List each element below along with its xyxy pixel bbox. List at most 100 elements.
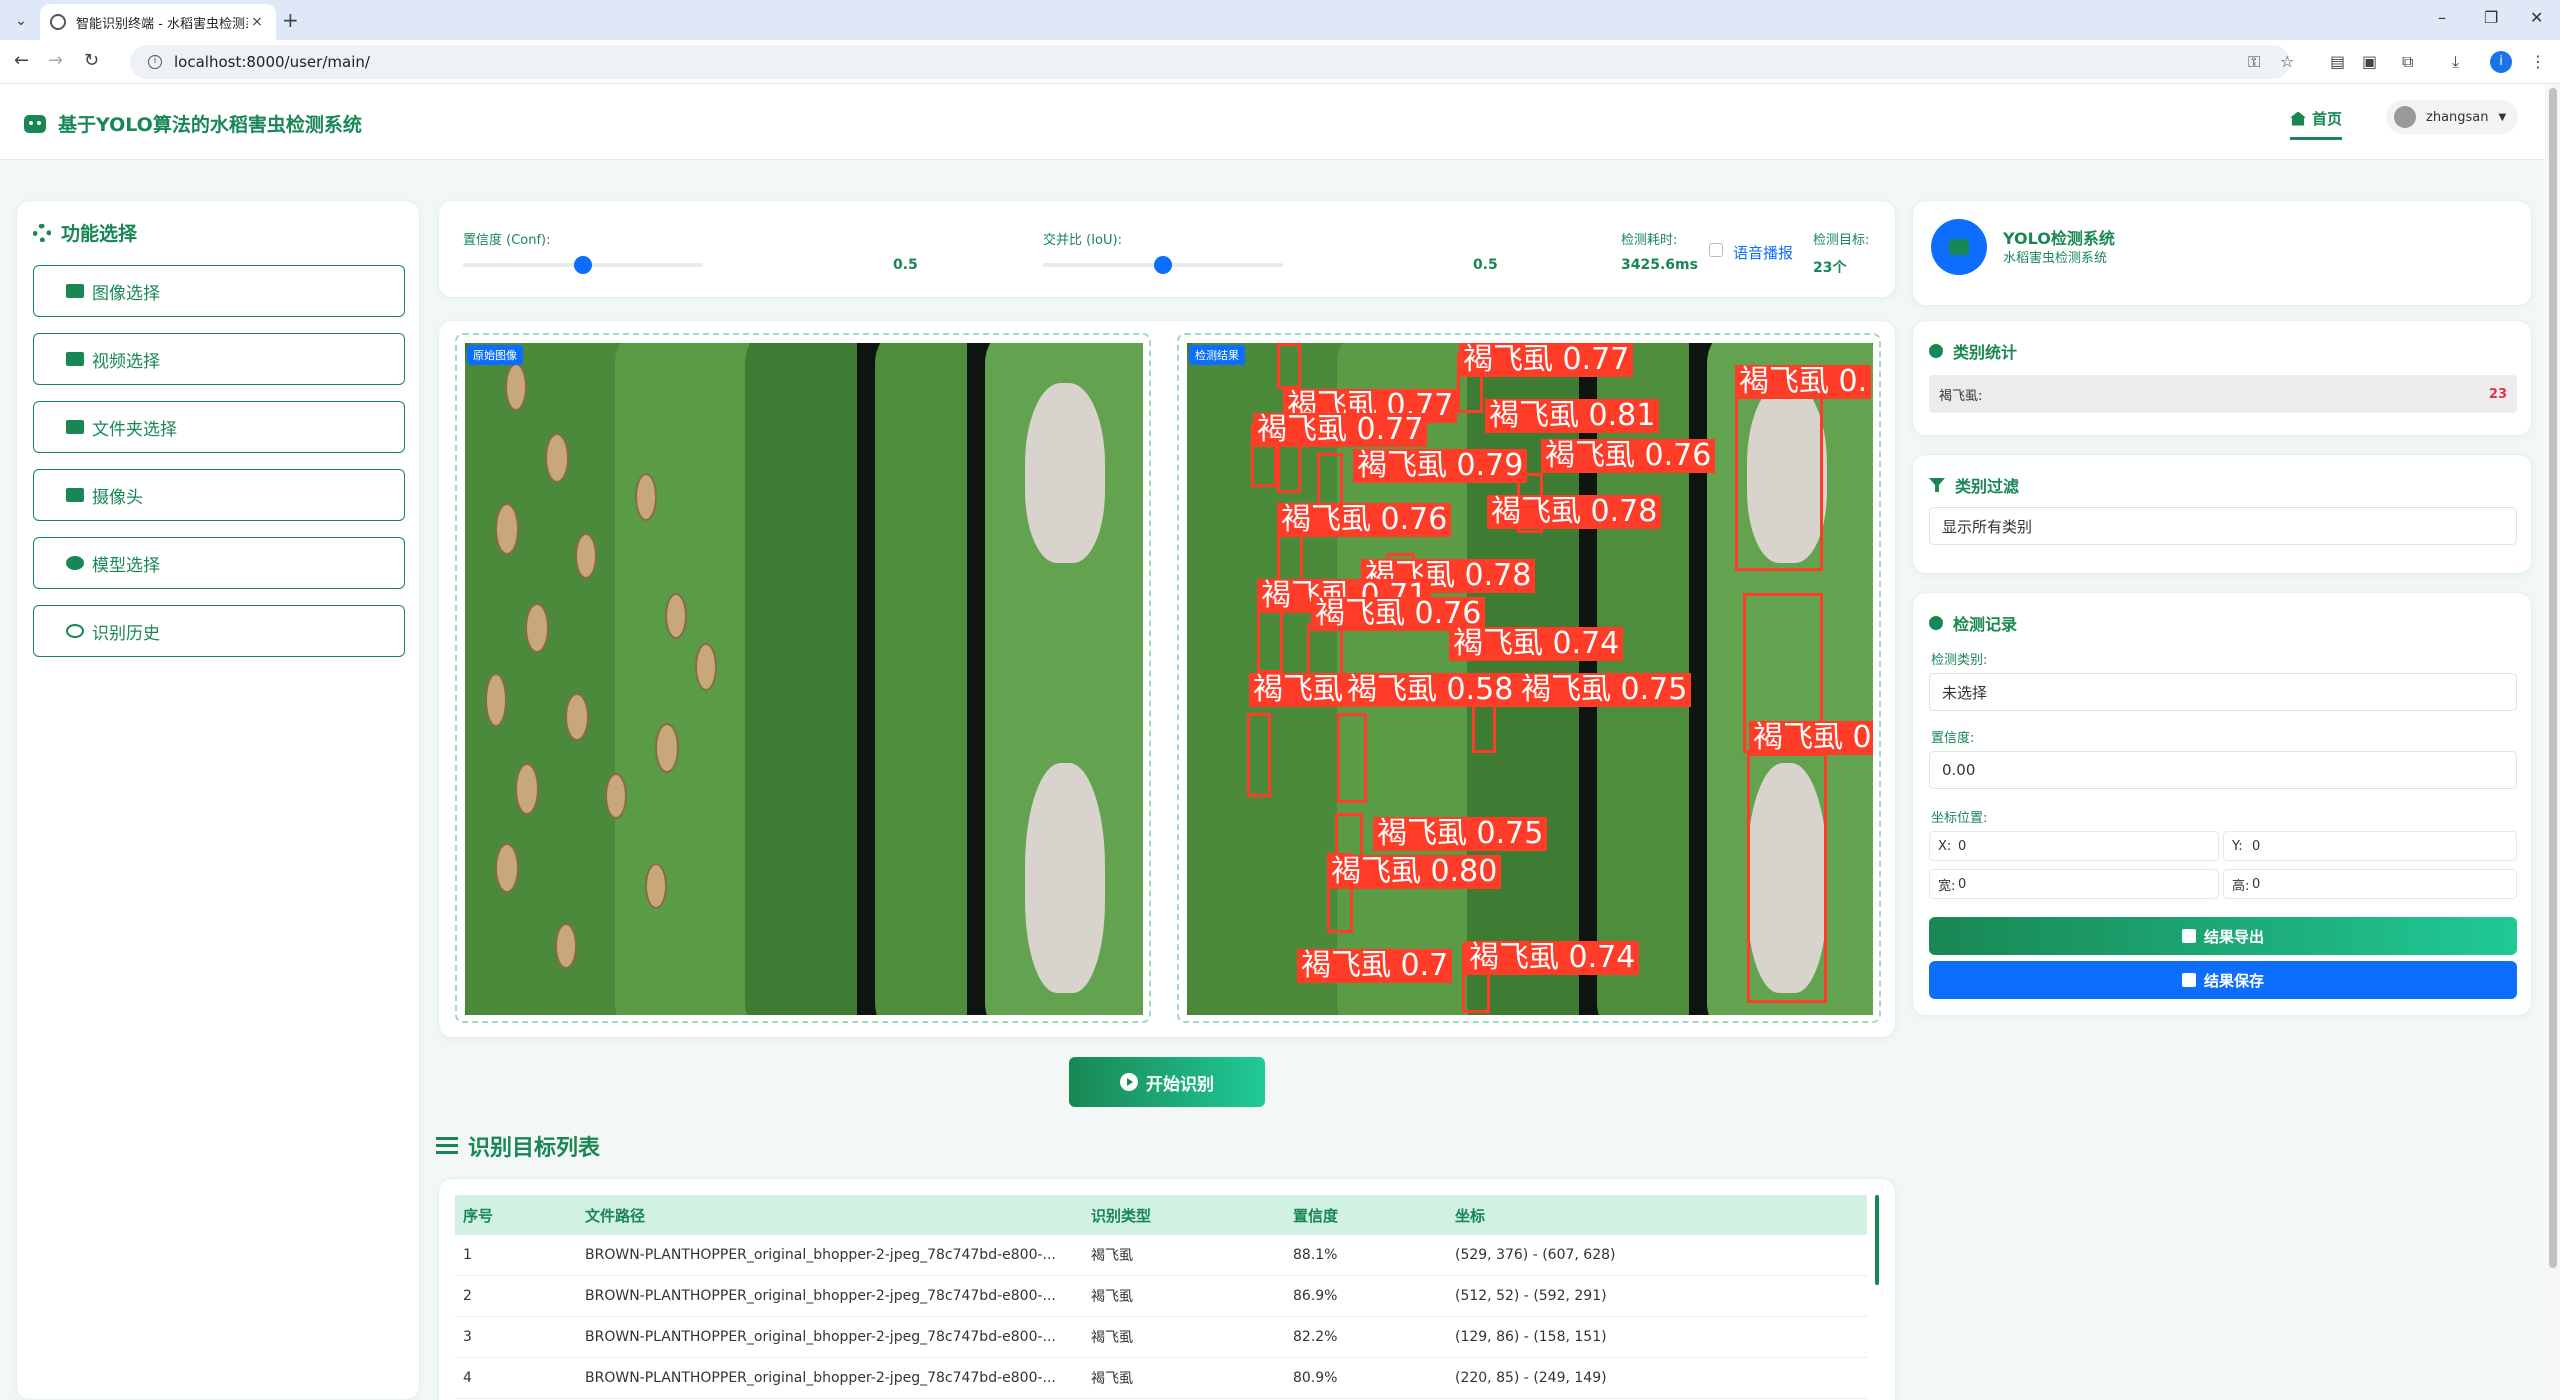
table-row[interactable]: 2 BROWN-PLANTHOPPER_original_bhopper-2-j… bbox=[455, 1276, 1867, 1317]
system-title: YOLO检测系统 bbox=[2003, 229, 2115, 248]
conf-slider[interactable] bbox=[463, 256, 703, 274]
table-row[interactable]: 3 BROWN-PLANTHOPPER_original_bhopper-2-j… bbox=[455, 1317, 1867, 1358]
translate-icon[interactable]: ▣ bbox=[2362, 52, 2377, 71]
cell-index: 4 bbox=[463, 1370, 472, 1386]
detection-box bbox=[1747, 753, 1827, 1003]
system-info-card: YOLO检测系统 水稻害虫检测系统 bbox=[1912, 200, 2532, 306]
save-results-button[interactable]: 结果保存 bbox=[1929, 961, 2517, 999]
time-value: 3425.6ms bbox=[1621, 257, 1698, 273]
y-field[interactable]: Y: 0 bbox=[2223, 831, 2517, 861]
extension-icon[interactable]: ▤ bbox=[2330, 52, 2345, 71]
camera-button[interactable]: 摄像头 bbox=[33, 469, 405, 521]
detection-label: 褐飞虱 0.80 bbox=[1327, 855, 1502, 889]
key-icon[interactable]: ⚿ bbox=[2248, 52, 2260, 72]
brand[interactable]: 基于YOLO算法的水稻害虫检测系统 bbox=[24, 110, 362, 137]
cell-type: 褐飞虱 bbox=[1091, 1371, 1133, 1387]
history-button[interactable]: 识别历史 bbox=[33, 605, 405, 657]
camera-icon bbox=[66, 488, 84, 502]
detection-record-card: 检测记录 检测类别: 未选择 置信度: 0.00 坐标位置: X: 0 Y: 0… bbox=[1912, 592, 2532, 1016]
address-bar[interactable]: i localhost:8000/user/main/ bbox=[130, 45, 2290, 79]
profile-icon[interactable]: i bbox=[2490, 51, 2512, 73]
tab-close-icon[interactable]: × bbox=[248, 14, 266, 30]
class-stats-card: 类别统计 褐飞虱: 23 bbox=[1912, 320, 2532, 436]
tab-search-icon[interactable]: ⌄ bbox=[10, 10, 32, 32]
back-icon[interactable]: ← bbox=[14, 50, 29, 71]
detection-box bbox=[1735, 381, 1823, 571]
col-coords: 坐标 bbox=[1455, 1206, 1486, 1225]
menu-kebab-icon[interactable]: ⋮ bbox=[2530, 52, 2546, 71]
stat-name: 褐飞虱: bbox=[1939, 388, 1983, 404]
cell-confidence: 82.2% bbox=[1293, 1329, 1338, 1345]
height-field[interactable]: 高: 0 bbox=[2223, 869, 2517, 899]
list-icon bbox=[436, 1137, 458, 1155]
voice-label[interactable]: 语音播报 bbox=[1733, 242, 1793, 263]
iou-slider-knob[interactable] bbox=[1154, 256, 1172, 274]
pie-chart-icon bbox=[1929, 344, 1943, 358]
detection-label: 褐飞虱 0.75 bbox=[1517, 673, 1692, 707]
width-value: 0 bbox=[1958, 876, 1967, 892]
avatar bbox=[2394, 106, 2416, 128]
cell-coords: (220, 85) - (249, 149) bbox=[1455, 1370, 1607, 1386]
table-scrollbar[interactable] bbox=[1875, 1195, 1879, 1285]
puzzle-icon[interactable]: ⧉ bbox=[2402, 52, 2413, 72]
nav-home[interactable]: 首页 bbox=[2290, 108, 2343, 140]
scrollbar-thumb[interactable] bbox=[2549, 88, 2557, 1268]
conf-slider-knob[interactable] bbox=[574, 256, 592, 274]
maximize-icon[interactable]: ❐ bbox=[2484, 8, 2498, 27]
minimize-icon[interactable]: – bbox=[2438, 8, 2446, 27]
forward-icon[interactable]: → bbox=[48, 50, 63, 71]
cell-type: 褐飞虱 bbox=[1091, 1330, 1133, 1346]
cell-confidence: 80.9% bbox=[1293, 1370, 1338, 1386]
history-icon bbox=[66, 624, 84, 638]
detection-box bbox=[1277, 343, 1301, 389]
download-icon bbox=[2181, 929, 2196, 943]
filter-title-label: 类别过滤 bbox=[1955, 477, 2020, 496]
browser-tab[interactable]: 智能识别终端 - 水稻害虫检测系统 × bbox=[40, 4, 276, 40]
image-select-label: 图像选择 bbox=[92, 283, 160, 304]
browser-tab-strip: ⌄ 智能识别终端 - 水稻害虫检测系统 × + – ❐ ✕ bbox=[0, 0, 2560, 40]
export-results-button[interactable]: 结果导出 bbox=[1929, 917, 2517, 955]
window-close-icon[interactable]: ✕ bbox=[2530, 8, 2543, 27]
confidence-label: 置信度: bbox=[1931, 731, 1975, 746]
browser-toolbar: ← → ↻ i localhost:8000/user/main/ ⚿ ☆ ▤ … bbox=[0, 40, 2560, 84]
x-field[interactable]: X: 0 bbox=[1929, 831, 2219, 861]
save-icon bbox=[2181, 973, 2196, 987]
detection-box bbox=[1277, 443, 1301, 493]
model-select-button[interactable]: 模型选择 bbox=[33, 537, 405, 589]
voice-checkbox[interactable] bbox=[1709, 243, 1723, 257]
page-scrollbar[interactable] bbox=[2546, 84, 2560, 1400]
gear-icon bbox=[33, 223, 51, 242]
nav-home-label: 首页 bbox=[2312, 110, 2343, 128]
new-tab-icon[interactable]: + bbox=[282, 8, 299, 32]
image-icon bbox=[66, 284, 84, 298]
export-results-label: 结果导出 bbox=[2203, 927, 2264, 946]
download-icon[interactable]: ⤓ bbox=[2452, 52, 2459, 72]
start-detection-button[interactable]: 开始识别 bbox=[1069, 1057, 1265, 1107]
robot-logo-icon bbox=[1931, 219, 1987, 275]
x-value: 0 bbox=[1958, 838, 1967, 854]
class-select[interactable]: 未选择 bbox=[1929, 673, 2517, 711]
detection-label: 褐飞虱 0.7 bbox=[1297, 949, 1453, 983]
original-image bbox=[465, 343, 1143, 1015]
user-menu[interactable]: zhangsan ▼ bbox=[2386, 100, 2518, 134]
filter-icon bbox=[1929, 478, 1945, 492]
sidebar-heading: 功能选择 bbox=[33, 219, 137, 246]
table-row[interactable]: 4 BROWN-PLANTHOPPER_original_bhopper-2-j… bbox=[455, 1358, 1867, 1399]
detection-label: 褐飞虱 bbox=[1249, 673, 1347, 707]
folder-select-button[interactable]: 文件夹选择 bbox=[33, 401, 405, 453]
table-row[interactable]: 1 BROWN-PLANTHOPPER_original_bhopper-2-j… bbox=[455, 1235, 1867, 1276]
class-filter-select[interactable]: 显示所有类别 bbox=[1929, 507, 2517, 545]
cell-confidence: 88.1% bbox=[1293, 1247, 1338, 1263]
image-select-button[interactable]: 图像选择 bbox=[33, 265, 405, 317]
video-select-button[interactable]: 视频选择 bbox=[33, 333, 405, 385]
confidence-field[interactable]: 0.00 bbox=[1929, 751, 2517, 789]
reload-icon[interactable]: ↻ bbox=[84, 50, 99, 71]
bookmark-star-icon[interactable]: ☆ bbox=[2280, 52, 2294, 71]
detection-label: 褐飞虱 0.76 bbox=[1277, 503, 1452, 537]
iou-slider[interactable] bbox=[1043, 256, 1283, 274]
target-list-title-label: 识别目标列表 bbox=[468, 1136, 601, 1161]
target-label: 检测目标: bbox=[1813, 233, 1870, 248]
result-image: 褐飞虱 0.77 褐飞虱 0.77 褐飞虱 0.81 褐飞虱 0.77 褐飞虱 … bbox=[1187, 343, 1873, 1015]
width-field[interactable]: 宽: 0 bbox=[1929, 869, 2219, 899]
site-info-icon[interactable]: i bbox=[148, 55, 162, 69]
